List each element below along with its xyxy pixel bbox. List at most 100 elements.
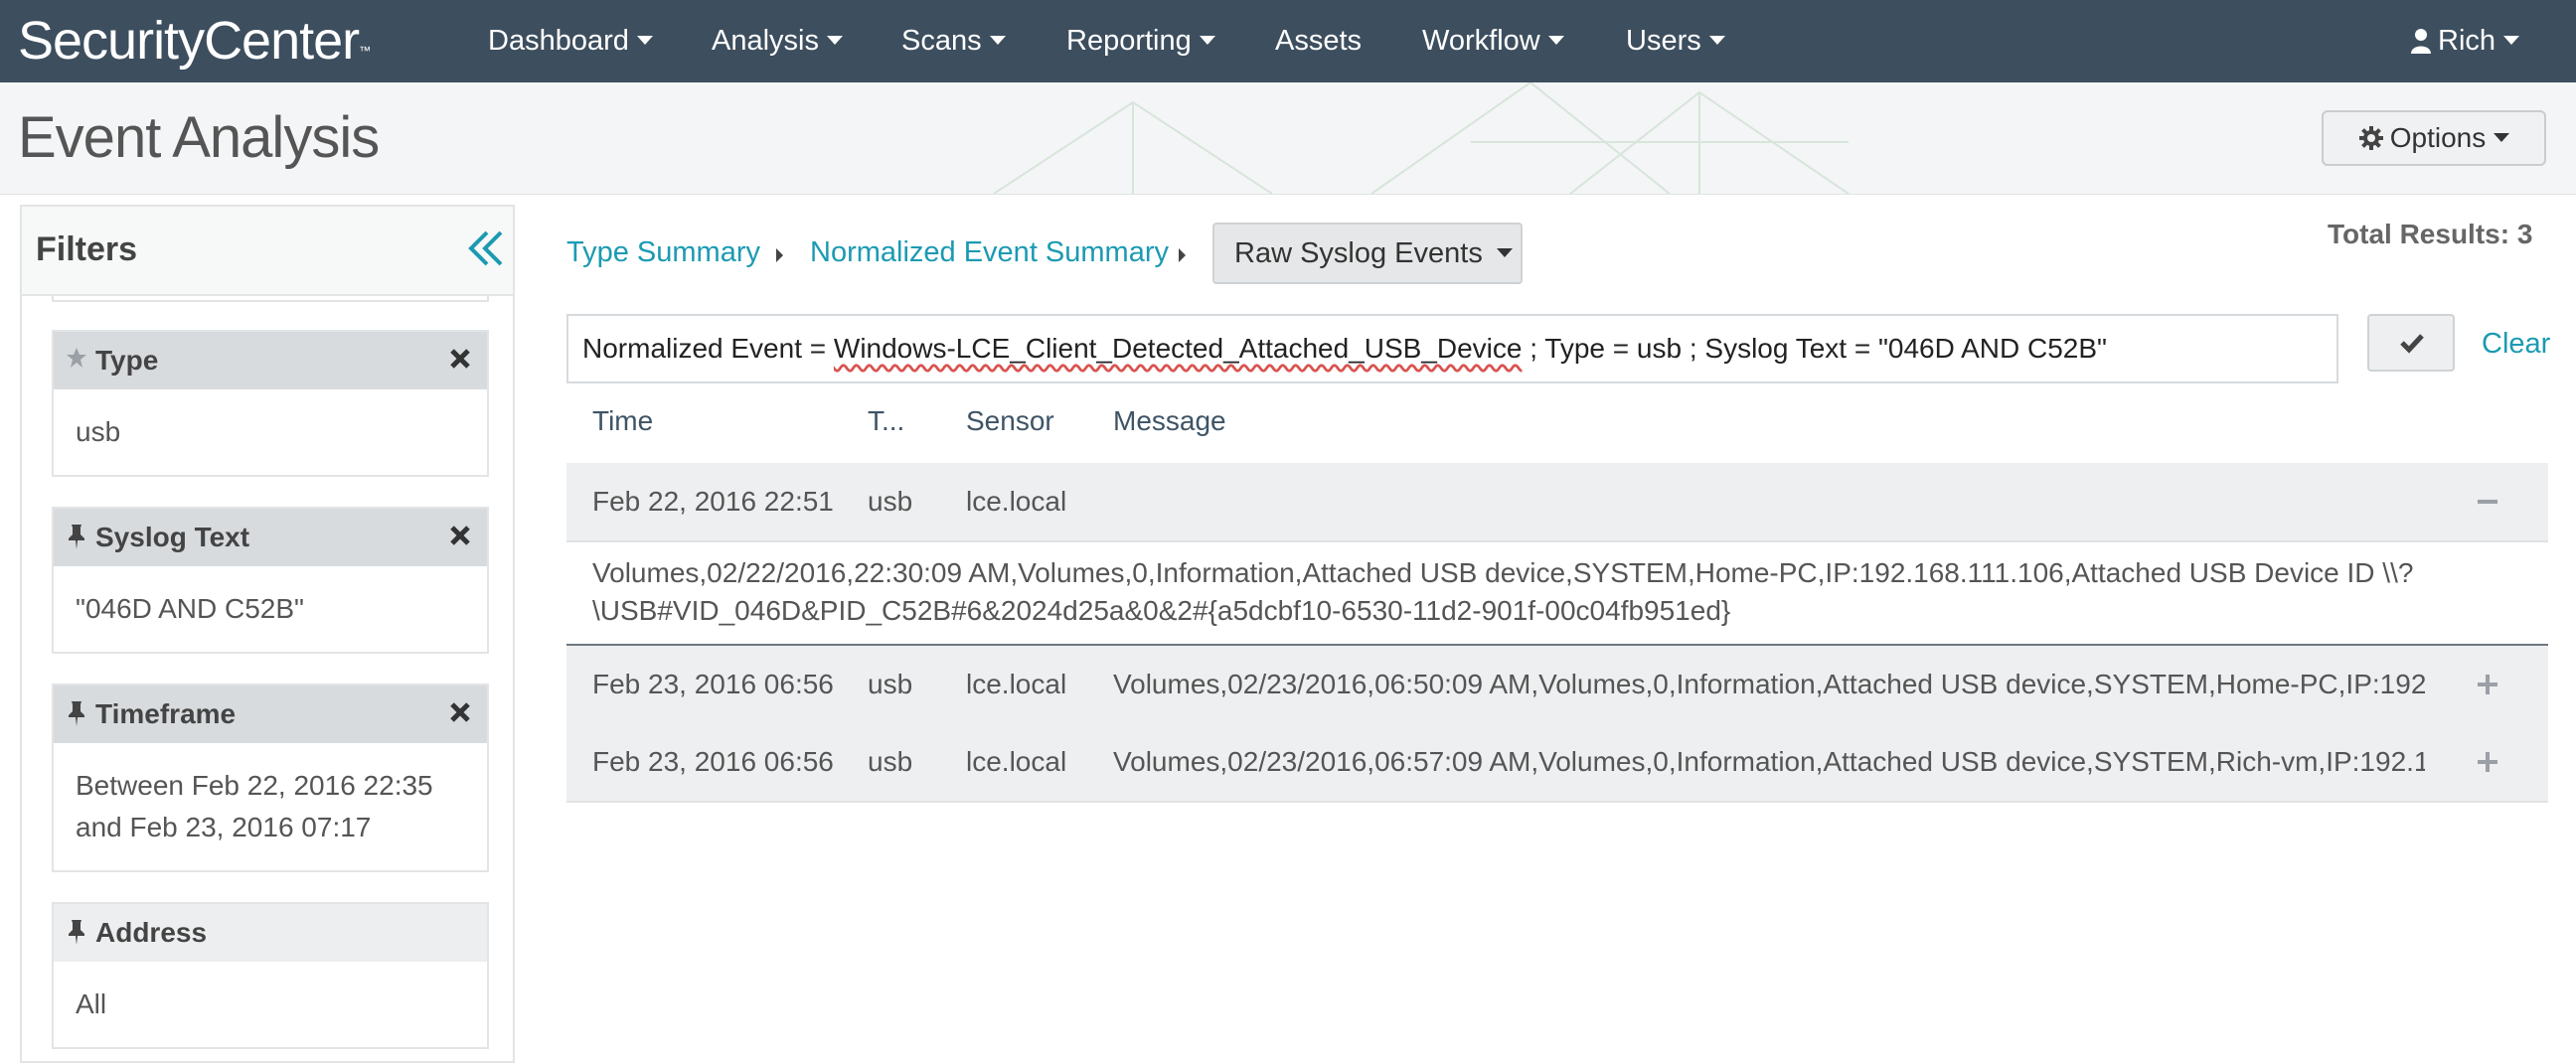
apply-query-button[interactable]	[2367, 314, 2455, 372]
caret-down-icon	[827, 35, 843, 45]
expand-row-icon[interactable]	[2475, 749, 2500, 775]
cell-type: usb	[868, 486, 913, 517]
total-results: Total Results: 3	[2328, 219, 2533, 249]
caret-down-icon	[1199, 35, 1215, 45]
logo-trademark: ™	[359, 44, 371, 58]
nav-users-label: Users	[1626, 25, 1701, 57]
column-header-type[interactable]: T...	[868, 405, 904, 437]
nav-scans-label: Scans	[901, 25, 982, 57]
query-event: Windows-LCE_Client_Detected_Attached_USB…	[833, 333, 1523, 364]
scrolled-card-edge	[52, 296, 489, 302]
expanded-row-detail: Volumes,02/22/2016,22:30:09 AM,Volumes,0…	[566, 542, 2548, 646]
user-name: Rich	[2438, 25, 2496, 57]
nav-users[interactable]: Users	[1626, 0, 1725, 82]
filters-title: Filters	[36, 230, 138, 268]
remove-icon[interactable]	[447, 699, 473, 725]
cell-message: Volumes,02/23/2016,06:57:09 AM,Volumes,0…	[1113, 746, 2425, 777]
collapse-row-icon[interactable]	[2475, 489, 2500, 515]
filter-card-syslog-text: Syslog Text "046D AND C52B"	[52, 507, 489, 654]
caret-right-icon	[776, 248, 783, 262]
table-row[interactable]: Feb 23, 2016 06:56 usb lce.local Volumes…	[566, 723, 2548, 803]
filter-syslog-text-title: Syslog Text	[95, 522, 250, 552]
raw-syslog-events-dropdown[interactable]: Raw Syslog Events	[1212, 223, 1523, 284]
breadcrumb-type-summary[interactable]: Type Summary	[566, 236, 760, 269]
pin-icon[interactable]	[66, 918, 87, 946]
filter-address-value[interactable]: All	[54, 962, 487, 1047]
query-prefix: Normalized Event =	[582, 333, 834, 364]
filter-type-header[interactable]: Type	[54, 332, 487, 389]
filters-panel: Filters Type usb Syslog Text "046D AND C…	[20, 205, 515, 1063]
checkmark-icon	[2400, 334, 2424, 354]
column-header-time[interactable]: Time	[592, 405, 653, 437]
query-suffix: ; Type = usb ; Syslog Text = "046D AND C…	[1522, 333, 2107, 364]
cell-time: Feb 23, 2016 06:56	[592, 746, 834, 777]
table-row[interactable]: Feb 23, 2016 06:56 usb lce.local Volumes…	[566, 646, 2548, 725]
header-decoration	[993, 82, 1850, 194]
nav-analysis[interactable]: Analysis	[712, 0, 843, 82]
filter-address-header[interactable]: Address	[54, 904, 487, 962]
caret-down-icon	[2503, 35, 2520, 45]
table-row[interactable]: Feb 22, 2016 22:51 usb lce.local	[566, 463, 2548, 542]
filter-card-address: Address All	[52, 902, 489, 1049]
cell-sensor: lce.local	[966, 669, 1067, 699]
nav-assets-label: Assets	[1275, 25, 1363, 57]
caret-down-icon	[2494, 133, 2510, 143]
top-navbar: SecurityCenter™ Dashboard Analysis Scans…	[0, 0, 2576, 82]
caret-right-icon	[1179, 248, 1186, 262]
detail-line-2: \USB#VID_046D&PID_C52B#6&2024d25a&0&2#{a…	[592, 595, 1731, 626]
filter-card-timeframe: Timeframe Between Feb 22, 2016 22:35 and…	[52, 683, 489, 872]
pin-icon[interactable]	[66, 523, 87, 550]
caret-down-icon	[989, 35, 1006, 45]
filter-timeframe-value[interactable]: Between Feb 22, 2016 22:35 and Feb 23, 2…	[54, 743, 487, 870]
clear-query-link[interactable]: Clear	[2482, 328, 2550, 361]
nav-dashboard-label: Dashboard	[488, 25, 629, 57]
filter-type-title: Type	[95, 345, 159, 376]
cell-type: usb	[868, 669, 913, 699]
nav-assets[interactable]: Assets	[1275, 0, 1362, 82]
cell-time: Feb 22, 2016 22:51	[592, 486, 834, 517]
remove-icon[interactable]	[447, 346, 473, 372]
caret-down-icon	[1547, 35, 1564, 45]
nav-scans[interactable]: Scans	[901, 0, 1006, 82]
remove-icon[interactable]	[447, 523, 473, 548]
nav-reporting[interactable]: Reporting	[1066, 0, 1215, 82]
cell-sensor: lce.local	[966, 486, 1067, 517]
caret-down-icon	[636, 35, 653, 45]
page-title: Event Analysis	[18, 105, 380, 170]
cell-type: usb	[868, 746, 913, 777]
filter-syslog-text-header[interactable]: Syslog Text	[54, 509, 487, 566]
user-menu[interactable]: Rich	[2410, 0, 2520, 82]
raw-syslog-events-label: Raw Syslog Events	[1234, 237, 1483, 269]
query-input[interactable]: Normalized Event = Windows-LCE_Client_De…	[566, 314, 2338, 383]
page-header: Event Analysis Options	[0, 82, 2576, 195]
filters-header: Filters	[22, 207, 513, 296]
securitycenter-logo[interactable]: SecurityCenter™	[18, 8, 371, 74]
logo-text: SecurityCenter	[18, 11, 360, 71]
filter-type-value[interactable]: usb	[54, 389, 487, 475]
double-chevron-left-icon[interactable]	[465, 227, 505, 270]
filter-timeframe-header[interactable]: Timeframe	[54, 685, 487, 743]
filter-timeframe-title: Timeframe	[95, 698, 237, 729]
options-label: Options	[2389, 122, 2487, 153]
expand-row-icon[interactable]	[2475, 672, 2500, 697]
filter-address-title: Address	[95, 917, 208, 948]
nav-dashboard[interactable]: Dashboard	[488, 0, 653, 82]
pin-icon[interactable]	[66, 346, 87, 374]
caret-down-icon	[1708, 35, 1725, 45]
nav-analysis-label: Analysis	[712, 25, 819, 57]
filter-syslog-text-value[interactable]: "046D AND C52B"	[54, 566, 487, 652]
nav-workflow[interactable]: Workflow	[1422, 0, 1564, 82]
user-icon	[2411, 29, 2431, 54]
detail-line-1: Volumes,02/22/2016,22:30:09 AM,Volumes,0…	[592, 557, 2414, 588]
filter-card-type: Type usb	[52, 330, 489, 477]
column-header-message[interactable]: Message	[1113, 405, 1226, 437]
column-header-sensor[interactable]: Sensor	[966, 405, 1054, 437]
cell-message: Volumes,02/23/2016,06:50:09 AM,Volumes,0…	[1113, 669, 2425, 699]
caret-down-icon	[1496, 247, 1513, 257]
options-button[interactable]: Options	[2322, 110, 2546, 166]
cell-sensor: lce.local	[966, 746, 1067, 777]
pin-icon[interactable]	[66, 699, 87, 727]
gear-icon	[2358, 126, 2383, 150]
breadcrumb-normalized-event-summary[interactable]: Normalized Event Summary	[810, 236, 1169, 269]
nav-workflow-label: Workflow	[1422, 25, 1540, 57]
